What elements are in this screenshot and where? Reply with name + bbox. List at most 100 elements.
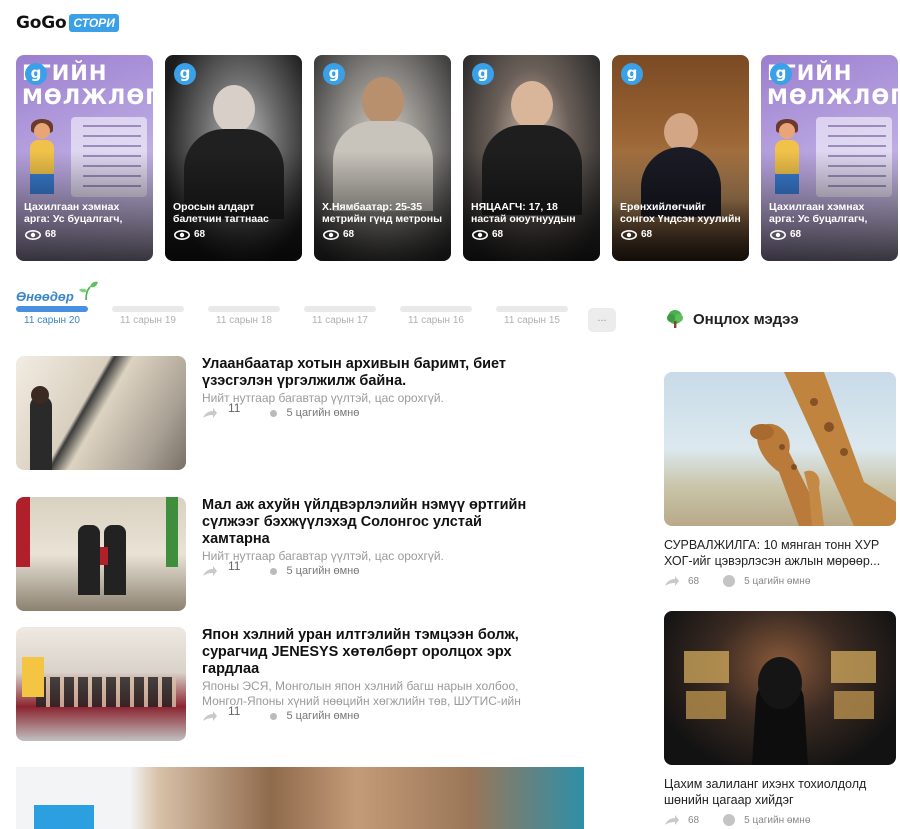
story-view-count: 68 — [45, 229, 57, 240]
date-tab[interactable]: 11 сарын 18 — [208, 306, 280, 326]
clock-icon — [723, 814, 736, 826]
story-title: Ерөнхийлөгчийг сонгох Үндсэн хуулийн — [620, 201, 741, 225]
date-tabs: 11 сарын 20 11 сарын 19 11 сарын 18 11 с… — [16, 306, 616, 332]
share-count: 11 — [228, 704, 241, 718]
story-views: 68 — [621, 229, 652, 240]
date-tab[interactable]: 11 сарын 15 — [496, 306, 568, 326]
share-icon[interactable] — [202, 710, 218, 722]
story-card[interactable]: g Ерөнхийлөгчийг сонгох Үндсэн хуулийн 6… — [612, 55, 749, 261]
featured-time: 5 цагийн өмнө — [744, 575, 811, 587]
featured-item-title[interactable]: СУРВАЛЖИЛГА: 10 мянган тонн ХУР ХОГ-ийг … — [664, 537, 896, 569]
date-tab-label: 11 сарын 17 — [312, 315, 368, 326]
story-views: 68 — [323, 229, 354, 240]
share-icon[interactable] — [664, 575, 680, 587]
gogo-icon: g — [621, 63, 643, 85]
story-views: 68 — [770, 229, 801, 240]
news-title[interactable]: Мал аж ахуйн үйлдвэрлэлийн нэмүү өртгийн… — [202, 497, 542, 548]
news-title[interactable]: Япон хэлний уран илтгэлийн тэмцээн болж,… — [202, 627, 542, 678]
featured-time: 5 цагийн өмнө — [744, 814, 811, 826]
date-tab-label: 11 сарын 15 — [504, 315, 560, 326]
story-views: 68 — [174, 229, 205, 240]
story-card[interactable]: ЕГИЙН МӨЛЖЛӨГ g Цахилгаан хэмнах арга: Ус… — [16, 55, 153, 261]
sprout-icon — [79, 281, 98, 301]
news-description: Японы ЭСЯ, Монголын япон хэлний багш нар… — [202, 679, 521, 708]
news-thumbnail[interactable] — [16, 356, 186, 470]
news-thumbnail[interactable] — [16, 627, 186, 741]
date-tab-label: 11 сарын 18 — [216, 315, 272, 326]
story-views: 68 — [472, 229, 503, 240]
clock-icon — [723, 575, 736, 587]
brand-logo[interactable]: GoGo СТОРИ — [16, 13, 119, 33]
eye-icon — [174, 229, 190, 240]
share-count: 68 — [688, 575, 700, 587]
date-tab[interactable]: 11 сарын 17 — [304, 306, 376, 326]
story-view-count: 68 — [790, 229, 802, 240]
featured-image[interactable] — [664, 372, 896, 526]
eye-icon — [770, 229, 786, 240]
today-label[interactable]: Өнөөдөр — [16, 289, 74, 304]
share-count: 11 — [228, 559, 241, 573]
featured-item-title[interactable]: Цахим залиланг ихэнх тохиолдолд шөнийн ц… — [664, 776, 896, 808]
date-tab-label: 11 сарын 20 — [24, 315, 80, 326]
gogo-icon: g — [323, 63, 345, 85]
brand-badge: СТОРИ — [69, 14, 119, 32]
featured-item[interactable]: Цахим залиланг ихэнх тохиолдолд шөнийн ц… — [664, 611, 896, 826]
clock-icon — [270, 409, 278, 417]
more-dates-button[interactable]: ... — [588, 308, 616, 332]
story-title: Цахилгаан хэмнах арга: Ус буцалгагч, дан… — [769, 201, 868, 225]
gogo-icon: g — [770, 63, 792, 85]
story-card[interactable]: ЕГИЙН МӨЛЖЛӨГ g Цахилгаан хэмнах арга: Ус… — [761, 55, 898, 261]
share-count: 68 — [688, 814, 700, 826]
featured-item-meta: 68 5 цагийн өмнө — [664, 814, 896, 826]
news-thumbnail[interactable] — [16, 497, 186, 611]
news-description: Нийт нутгаар багавтар үүлтэй, цас орохгү… — [202, 549, 444, 563]
featured-heading: Онцлох мэдээ — [665, 309, 799, 329]
featured-image[interactable] — [664, 611, 896, 765]
story-title: Х.Нямбаатар: 25-35 метрийн гүнд метроны — [322, 201, 443, 225]
news-time: 5 цагийн өмнө — [286, 565, 360, 577]
share-count: 11 — [228, 401, 241, 415]
date-tab[interactable]: 11 сарын 16 — [400, 306, 472, 326]
news-description: Нийт нутгаар багавтар үүлтэй, цас орохгү… — [202, 391, 444, 405]
story-views: 68 — [25, 229, 56, 240]
brand-name: GoGo — [16, 13, 67, 33]
clock-icon — [270, 712, 278, 720]
story-card[interactable]: g НЯЦААГЧ: 17, 18 настай оюутнуудын эмээ… — [463, 55, 600, 261]
news-title[interactable]: Улаанбаатар хотын архивын баримт, биет ү… — [202, 356, 542, 390]
story-view-count: 68 — [641, 229, 653, 240]
story-view-count: 68 — [343, 229, 355, 240]
gogo-icon: g — [174, 63, 196, 85]
story-card[interactable]: g Оросын алдарт балетчин тагтнаас унаж н… — [165, 55, 302, 261]
hacker-illustration — [684, 651, 876, 765]
news-item[interactable]: Улаанбаатар хотын архивын баримт, биет ү… — [16, 356, 546, 470]
eye-icon — [25, 229, 41, 240]
giraffe-illustration — [750, 372, 896, 526]
share-icon[interactable] — [202, 407, 218, 419]
story-view-count: 68 — [194, 229, 206, 240]
news-item[interactable]: Мал аж ахуйн үйлдвэрлэлийн нэмүү өртгийн… — [16, 497, 546, 611]
share-icon[interactable] — [202, 565, 218, 577]
date-tab[interactable]: 11 сарын 19 — [112, 306, 184, 326]
featured-item[interactable]: СУРВАЛЖИЛГА: 10 мянган тонн ХУР ХОГ-ийг … — [664, 372, 896, 587]
news-item[interactable]: Япон хэлний уран илтгэлийн тэмцээн болж,… — [16, 627, 546, 741]
eye-icon — [472, 229, 488, 240]
news-time: 5 цагийн өмнө — [286, 710, 360, 722]
news-banner-image[interactable] — [16, 767, 584, 829]
featured-item-meta: 68 5 цагийн өмнө — [664, 575, 896, 587]
featured-title: Онцлох мэдээ — [693, 310, 799, 328]
news-meta: 11 5 цагийн өмнө — [202, 401, 542, 420]
eye-icon — [323, 229, 339, 240]
stories-row: ЕГИЙН МӨЛЖЛӨГ g Цахилгаан хэмнах арга: Ус… — [16, 55, 898, 261]
story-card[interactable]: g Х.Нямбаатар: 25-35 метрийн гүнд метрон… — [314, 55, 451, 261]
news-meta: 11 5 цагийн өмнө — [202, 559, 542, 578]
story-title: Оросын алдарт балетчин тагтнаас унаж нас… — [173, 201, 269, 225]
share-icon[interactable] — [664, 814, 680, 826]
date-tab[interactable]: 11 сарын 20 — [16, 306, 88, 326]
story-view-count: 68 — [492, 229, 504, 240]
tree-icon — [667, 310, 683, 328]
news-time: 5 цагийн өмнө — [286, 407, 360, 419]
news-meta: 11 5 цагийн өмнө — [202, 704, 542, 723]
date-tab-label: 11 сарын 19 — [120, 315, 176, 326]
gogo-icon: g — [25, 63, 47, 85]
story-title: Цахилгаан хэмнах арга: Ус буцалгагч, дан… — [24, 201, 123, 225]
